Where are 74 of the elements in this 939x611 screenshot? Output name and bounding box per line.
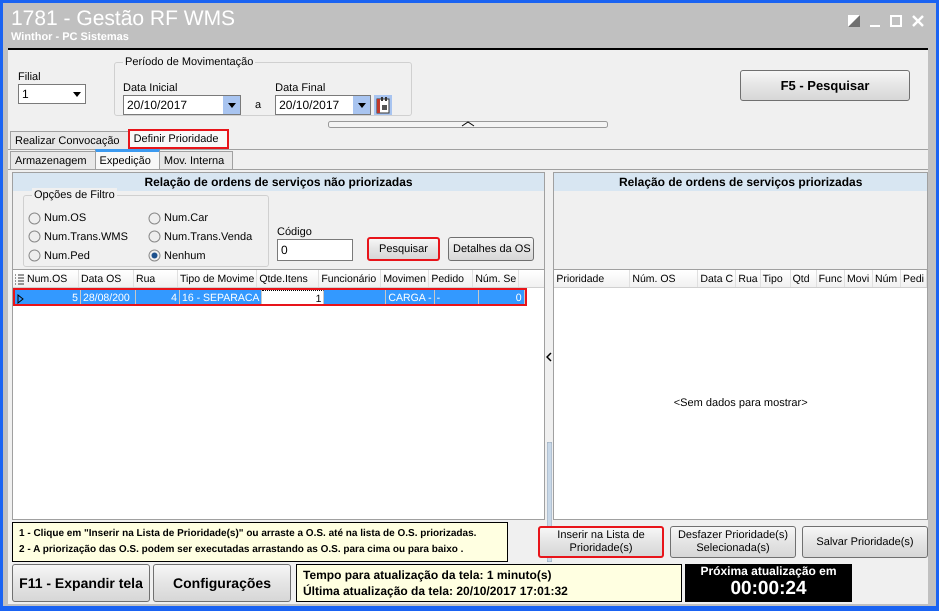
panel-title: Relação de ordens de serviços priorizadas <box>554 173 927 191</box>
table-row[interactable]: 5 28/08/200 4 16 - SEPARACA 1 CARGA - - 0 <box>13 288 527 306</box>
expand-button[interactable]: F11 - Expandir tela <box>12 564 150 602</box>
column-header[interactable]: Pedi <box>900 270 927 287</box>
date-label: Data Final <box>275 81 326 95</box>
radio-label[interactable]: Num.Car <box>164 210 208 226</box>
tab[interactable]: Realizar Convocação <box>10 131 129 149</box>
code-field[interactable]: 0 <box>277 239 353 261</box>
radio-label[interactable]: Num.Trans.WMS <box>44 228 128 245</box>
column-header[interactable]: Data C <box>698 270 736 287</box>
code-label: Código <box>277 225 313 239</box>
column-header[interactable]: Pedido <box>429 270 474 287</box>
radio-label[interactable]: Num.OS <box>44 210 86 226</box>
tab[interactable]: Mov. Interna <box>158 151 234 169</box>
tab[interactable]: Expedição <box>94 149 160 169</box>
search-button[interactable]: Pesquisar <box>367 237 440 261</box>
radio-button[interactable] <box>28 249 41 262</box>
column-header[interactable]: Núm <box>872 270 901 287</box>
countdown-timer: 00:00:24 <box>729 578 808 600</box>
column-header[interactable]: Prioridade <box>554 270 630 287</box>
splitter-grip-icon[interactable] <box>328 120 608 128</box>
radio-button[interactable] <box>28 230 41 244</box>
status-text: Última atualização da tela: 20/10/2017 17:01:32 <box>303 583 569 599</box>
column-header[interactable]: Tipo de Movime <box>178 270 258 287</box>
settings-button[interactable]: Configurações <box>153 564 291 602</box>
search-button[interactable]: F5 - Pesquisar <box>740 70 910 101</box>
column-header[interactable]: Func <box>816 270 845 287</box>
radio-label[interactable]: Nenhum <box>164 248 206 264</box>
table-cell: 0 <box>478 290 525 304</box>
column-header[interactable]: Núm. Se <box>473 270 520 287</box>
table-cell: 1 <box>262 290 324 304</box>
group-legend: Período de Movimentação <box>123 55 256 69</box>
column-header[interactable]: Rua <box>134 270 178 287</box>
window-subtitle: Winthor - PC Sistemas <box>11 31 130 44</box>
countdown-label: Próxima atualização em <box>699 564 838 578</box>
instruction-text: 2 - A priorização das O.S. podem ser executadas arrastando as O.S. para cima ou para baixo . <box>19 543 464 557</box>
table-cell: 5 <box>27 290 81 304</box>
column-header[interactable]: Qtde.Itens <box>257 270 320 287</box>
table-cell: 4 <box>136 290 180 304</box>
column-header[interactable]: Data OS <box>79 270 134 287</box>
radio-button[interactable] <box>148 212 161 225</box>
restore-icon[interactable] <box>848 15 860 27</box>
instruction-text: 1 - Clique em "Inserir na Lista de Prioridade(s)" ou arraste a O.S. até na lista de O.S. priorizadas. <box>19 527 478 541</box>
calendar-icon[interactable] <box>374 95 392 115</box>
column-header[interactable]: Movi <box>844 270 873 287</box>
column-header[interactable]: Qtd <box>790 270 817 287</box>
table-cell: 28/08/200 <box>81 290 136 304</box>
filial-label: Filial <box>18 70 42 84</box>
empty-message: <Sem dados para mostrar> <box>674 396 808 412</box>
column-header[interactable]: Funcionário <box>319 270 382 287</box>
column-header[interactable]: Movimen <box>381 270 430 287</box>
table-cell: - <box>434 290 479 304</box>
radio-button[interactable] <box>148 249 161 262</box>
radio-label[interactable]: Num.Ped <box>44 248 90 264</box>
date-label: Data Inicial <box>123 81 178 95</box>
radio-label[interactable]: Num.Trans.Venda <box>164 228 252 245</box>
group-legend: Opções de Filtro <box>32 188 117 202</box>
radio-button[interactable] <box>148 230 161 244</box>
column-header[interactable]: Num.OS <box>25 270 79 287</box>
column-header[interactable]: Rua <box>736 270 761 287</box>
separator-text: a <box>254 98 262 113</box>
undo-priority-button[interactable]: Desfazer Prioridade(s) Selecionada(s) <box>670 526 796 558</box>
tab[interactable]: Armazenagem <box>10 151 96 169</box>
panel-title: Relação de ordens de serviços não priorizadas <box>13 173 544 191</box>
window-title: 1781 - Gestão RF WMS <box>11 7 236 31</box>
save-priority-button[interactable]: Salvar Prioridade(s) <box>802 526 928 558</box>
tab[interactable]: Definir Prioridade <box>128 129 229 149</box>
details-button[interactable]: Detalhes da OS <box>448 237 534 261</box>
table-cell: CARGA - <box>386 290 435 304</box>
insert-priority-button[interactable]: Inserir na Lista de Prioridade(s) <box>538 526 664 558</box>
column-header[interactable]: Núm. OS <box>630 270 698 287</box>
column-header[interactable]: Tipo <box>760 270 791 287</box>
radio-button[interactable] <box>28 212 41 225</box>
status-text: Tempo para atualização da tela: 1 minuto(s) <box>303 567 552 583</box>
